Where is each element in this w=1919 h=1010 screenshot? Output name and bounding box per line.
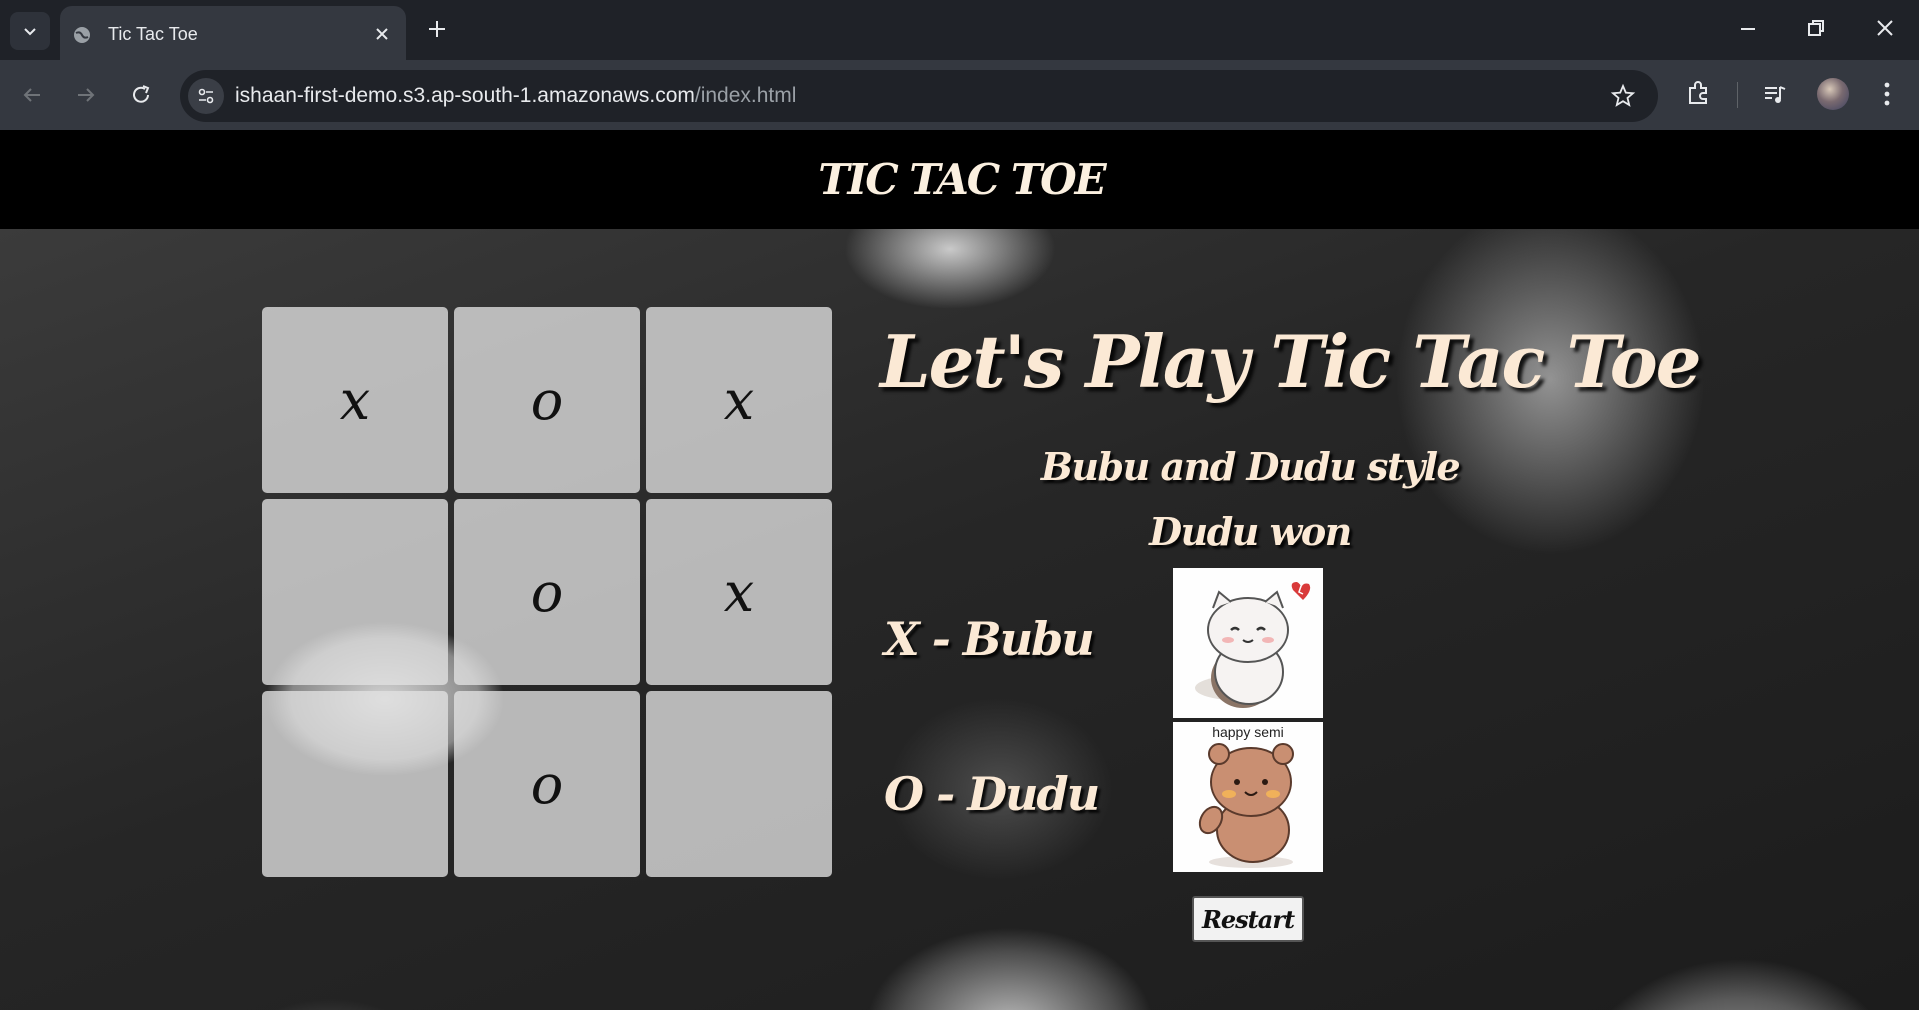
minimize-icon[interactable] <box>1738 18 1758 38</box>
url-text: ishaan-first-demo.s3.ap-south-1.amazonaw… <box>235 84 796 108</box>
board-cell[interactable]: o <box>454 691 640 877</box>
board-cell[interactable]: o <box>454 307 640 493</box>
plus-icon[interactable] <box>426 18 448 40</box>
game-status: Dudu won <box>1149 509 1352 554</box>
url-path: /index.html <box>694 84 797 107</box>
sad-cat-sticker-image <box>1195 582 1311 708</box>
board-cell[interactable]: o <box>454 499 640 685</box>
board-cell[interactable] <box>262 499 448 685</box>
forward-icon[interactable] <box>74 83 98 107</box>
toolbar-divider <box>1737 82 1738 108</box>
address-bar[interactable]: ishaan-first-demo.s3.ap-south-1.amazonaw… <box>180 70 1658 122</box>
dudu-sticker: happy semi <box>1173 722 1323 872</box>
back-icon[interactable] <box>20 83 44 107</box>
happy-bear-sticker-image <box>1198 743 1294 868</box>
player-x-label: X - Bubu <box>884 612 1095 666</box>
restart-button[interactable]: Restart <box>1192 896 1304 942</box>
close-icon[interactable] <box>374 26 390 42</box>
menu-icon[interactable] <box>1880 80 1894 108</box>
globe-icon <box>74 27 90 43</box>
board-cell[interactable]: x <box>262 307 448 493</box>
player-o-label: O - Dudu <box>884 767 1100 821</box>
page-headline: Let's Play Tic Tac Toe <box>880 319 1702 404</box>
board-cell[interactable] <box>646 691 832 877</box>
site-info-button[interactable] <box>188 78 224 114</box>
site-title: TIC TAC TOE <box>818 155 1106 204</box>
bubu-sticker <box>1173 568 1323 718</box>
url-host: ishaan-first-demo.s3.ap-south-1.amazonaw… <box>235 84 695 107</box>
tab-search-button[interactable] <box>10 12 50 50</box>
extensions-icon[interactable] <box>1685 79 1713 107</box>
tab-title: Tic Tac Toe <box>108 24 198 44</box>
chevron-down-icon <box>24 28 36 36</box>
site-info-icon <box>198 88 214 104</box>
board-cell[interactable] <box>262 691 448 877</box>
site-header: TIC TAC TOE <box>0 130 1919 229</box>
reload-icon[interactable] <box>129 83 153 107</box>
restore-icon[interactable] <box>1806 18 1826 38</box>
sticker-caption: happy semi <box>1212 724 1284 740</box>
game-area: x o x o x o Let's Play Tic Tac Toe Bubu … <box>0 229 1919 1010</box>
game-board: x o x o x o <box>262 307 832 877</box>
browser-toolbar: ishaan-first-demo.s3.ap-south-1.amazonaw… <box>0 60 1919 130</box>
page-subtitle: Bubu and Dudu style <box>1040 444 1461 489</box>
tab-strip: Tic Tac Toe <box>0 0 1919 60</box>
tab-active[interactable]: Tic Tac Toe <box>60 6 406 60</box>
board-cell[interactable]: x <box>646 307 832 493</box>
star-icon[interactable] <box>1610 83 1636 109</box>
close-window-icon[interactable] <box>1875 18 1895 38</box>
avatar[interactable] <box>1817 78 1849 110</box>
board-cell[interactable]: x <box>646 499 832 685</box>
media-icon[interactable] <box>1762 82 1788 108</box>
